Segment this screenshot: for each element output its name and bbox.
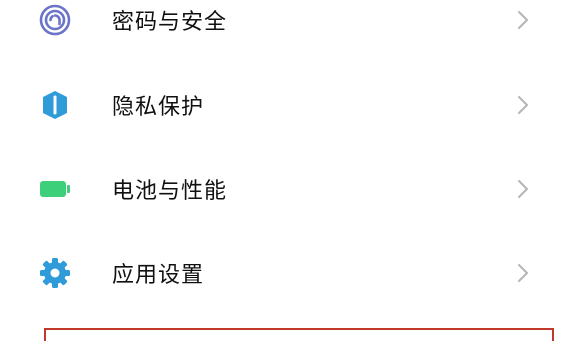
shield-icon bbox=[38, 88, 72, 122]
chevron-right-icon bbox=[515, 9, 531, 31]
battery-icon bbox=[38, 172, 72, 206]
settings-item-battery-performance[interactable]: 电池与性能 bbox=[0, 154, 569, 224]
settings-item-label: 电池与性能 bbox=[112, 179, 228, 204]
highlight-box bbox=[44, 328, 554, 341]
chevron-right-icon bbox=[515, 178, 531, 200]
settings-item-app-settings[interactable]: 应用设置 bbox=[0, 238, 569, 308]
settings-item-label: 隐私保护 bbox=[112, 95, 205, 120]
settings-list: 密码与安全 隐私保护 电池与性能 应用设置 bbox=[0, 0, 569, 341]
settings-item-privacy[interactable]: 隐私保护 bbox=[0, 70, 569, 140]
chevron-right-icon bbox=[515, 262, 531, 284]
chevron-right-icon bbox=[515, 94, 531, 116]
settings-item-label: 应用设置 bbox=[112, 263, 205, 288]
fingerprint-icon bbox=[38, 3, 72, 37]
gear-icon bbox=[38, 256, 72, 290]
settings-item-label: 密码与安全 bbox=[112, 10, 228, 35]
settings-item-password-security[interactable]: 密码与安全 bbox=[0, 0, 569, 55]
